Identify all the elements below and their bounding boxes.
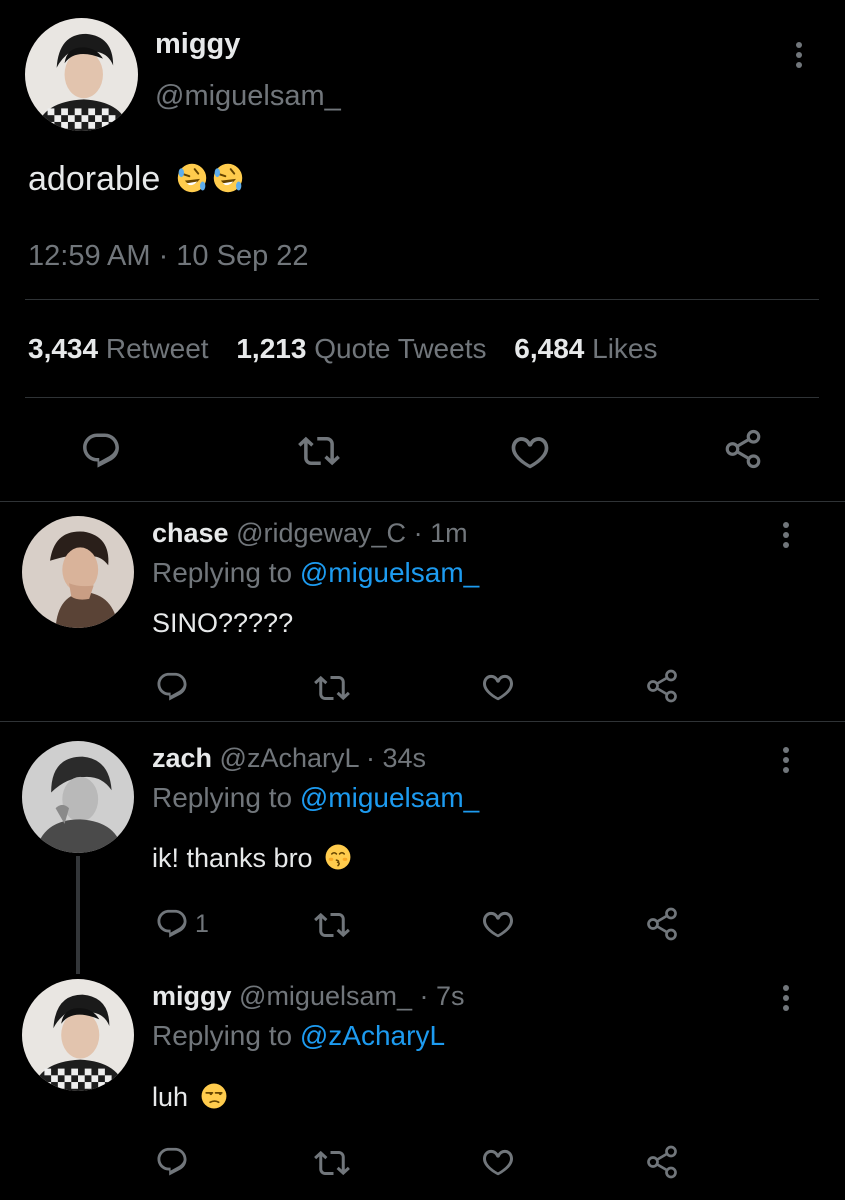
quote-tweets-count: 1,213 (236, 333, 307, 364)
tweet-stats: 3,434 Retweet 1,213 Quote Tweets 6,484 L… (28, 333, 658, 365)
divider (0, 721, 845, 722)
reply-handle[interactable]: @ridgeway_C (236, 518, 406, 548)
reply-icon[interactable] (155, 1145, 189, 1179)
more-options-icon[interactable] (782, 747, 790, 779)
reply-time: · 1m (413, 518, 468, 548)
reply-header: zach @zAcharyL · 34s (152, 743, 426, 774)
main-tweet-display-name[interactable]: miggy (155, 28, 240, 61)
share-icon[interactable] (722, 428, 764, 470)
replying-to-handle[interactable]: @miguelsam_ (300, 782, 479, 813)
replying-to-label: Replying to (152, 782, 293, 813)
retweet-icon[interactable] (314, 1145, 350, 1181)
reply-handle[interactable]: @miguelsam_ (239, 981, 412, 1011)
reply-display-name[interactable]: miggy (152, 981, 232, 1011)
main-tweet-avatar[interactable] (25, 18, 138, 131)
replying-to-handle[interactable]: @zAcharyL (300, 1020, 445, 1051)
reply-icon[interactable] (80, 430, 122, 472)
reply-time: · 34s (366, 743, 427, 773)
rolling-on-floor-laughing-emoji (176, 162, 208, 194)
reply-icon[interactable] (155, 907, 189, 941)
reply-icon[interactable] (155, 670, 189, 704)
share-icon[interactable] (644, 668, 680, 704)
divider (25, 299, 819, 300)
retweet-icon[interactable] (314, 670, 350, 706)
replying-to-label: Replying to (152, 557, 293, 588)
share-icon[interactable] (644, 906, 680, 942)
reply-avatar[interactable] (22, 979, 134, 1091)
like-icon[interactable] (480, 1144, 516, 1180)
main-tweet-handle[interactable]: @miguelsam_ (155, 80, 341, 113)
divider (25, 397, 819, 398)
reply-text: SINO????? (152, 608, 294, 638)
reply-display-name[interactable]: zach (152, 743, 212, 773)
reply-avatar[interactable] (22, 741, 134, 853)
reply-text: luh (152, 1082, 189, 1112)
like-icon[interactable] (480, 906, 516, 942)
retweet-count: 3,434 (28, 333, 99, 364)
reply-text: ik! thanks bro (152, 843, 313, 873)
like-icon[interactable] (480, 669, 516, 705)
reply-handle[interactable]: @zAcharyL (220, 743, 359, 773)
more-options-icon[interactable] (782, 522, 790, 554)
reply-display-name[interactable]: chase (152, 518, 229, 548)
retweet-stat[interactable]: 3,434 Retweet (28, 333, 216, 364)
like-icon[interactable] (508, 430, 552, 474)
reply-text-row: luh (152, 1082, 228, 1113)
quote-tweets-stat[interactable]: 1,213 Quote Tweets (236, 333, 494, 364)
retweet-icon[interactable] (314, 907, 350, 943)
thread-connector-line (76, 856, 80, 974)
likes-count: 6,484 (514, 333, 585, 364)
replying-to-line: Replying to @zAcharyL (152, 1020, 445, 1052)
main-tweet-timestamp[interactable]: 12:59 AM · 10 Sep 22 (28, 240, 309, 273)
share-icon[interactable] (644, 1144, 680, 1180)
replying-to-line: Replying to @miguelsam_ (152, 557, 479, 589)
retweet-label: Retweet (105, 333, 209, 364)
rolling-on-floor-laughing-emoji (212, 162, 244, 194)
reply-header: miggy @miguelsam_ · 7s (152, 981, 465, 1012)
replying-to-label: Replying to (152, 1020, 293, 1051)
more-options-icon[interactable] (782, 985, 790, 1017)
main-tweet-text-row: adorable (28, 160, 244, 199)
likes-stat[interactable]: 6,484 Likes (514, 333, 657, 364)
replying-to-line: Replying to @miguelsam_ (152, 782, 479, 814)
reply-header: chase @ridgeway_C · 1m (152, 518, 468, 549)
kissing-face-emoji (324, 843, 352, 871)
more-options-icon[interactable] (795, 42, 803, 74)
main-tweet-text: adorable (28, 160, 161, 198)
replying-to-handle[interactable]: @miguelsam_ (300, 557, 479, 588)
reply-time: · 7s (419, 981, 465, 1011)
reply-count: 1 (195, 910, 209, 938)
reply-avatar[interactable] (22, 516, 134, 628)
reply-text-row: ik! thanks bro (152, 843, 352, 874)
likes-label: Likes (592, 333, 658, 364)
retweet-icon[interactable] (298, 430, 340, 472)
unamused-face-emoji (200, 1082, 228, 1110)
divider (0, 501, 845, 502)
quote-tweets-label: Quote Tweets (314, 333, 487, 364)
